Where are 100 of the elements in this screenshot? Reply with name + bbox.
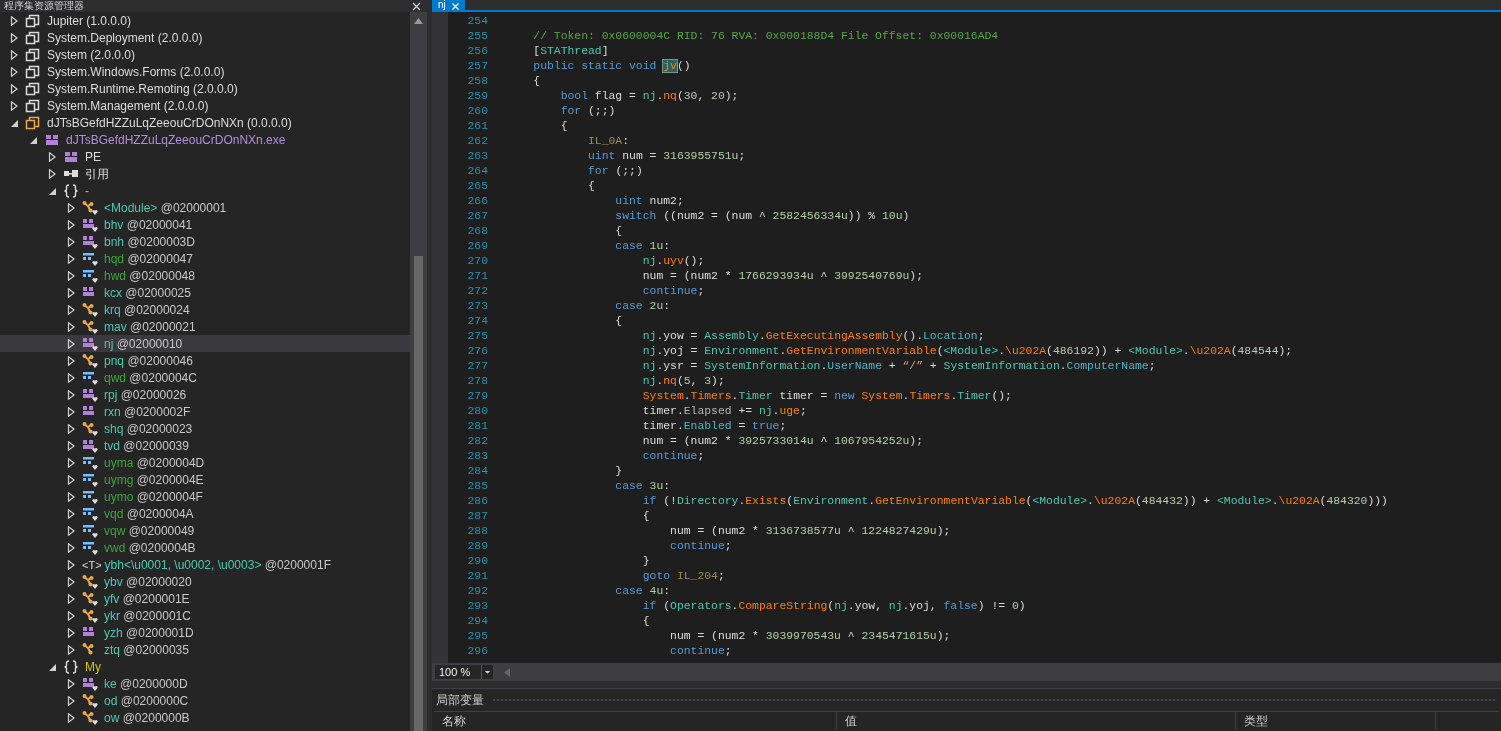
collapsed-arrow-icon[interactable] [67, 236, 76, 247]
line-number: 285 [466, 479, 488, 494]
tree-item[interactable]: <Module> @02000001 [0, 199, 410, 216]
collapsed-arrow-icon[interactable] [67, 202, 76, 213]
collapsed-arrow-icon[interactable] [10, 15, 19, 26]
tree-item[interactable]: My [0, 658, 410, 675]
tree-item[interactable]: System.Management (2.0.0.0) [0, 97, 410, 114]
panel-grip[interactable] [492, 698, 1497, 702]
collapsed-arrow-icon[interactable] [67, 287, 76, 298]
tree-item[interactable]: dJTsBGefdHZZuLqZeeouCrDOnNXn.exe [0, 131, 410, 148]
collapsed-arrow-icon[interactable] [67, 695, 76, 706]
tree-item[interactable]: ow @0200000B [0, 709, 410, 726]
editor-tab[interactable]: nj [432, 0, 465, 10]
code-line: continue; [641, 449, 705, 464]
tree-item[interactable]: <T> ybh<\u0001, \u0002, \u0003> @0200001F [0, 556, 410, 573]
collapsed-arrow-icon[interactable] [67, 406, 76, 417]
tree-item-label: System.Windows.Forms (2.0.0.0) [47, 64, 225, 79]
scroll-up-arrow-icon[interactable] [414, 18, 423, 24]
tree-item[interactable]: vqw @02000049 [0, 522, 410, 539]
code-line: { [614, 224, 623, 239]
collapsed-arrow-icon[interactable] [48, 168, 57, 179]
collapsed-arrow-icon[interactable] [67, 372, 76, 383]
tree-item[interactable]: System (2.0.0.0) [0, 46, 410, 63]
tree-item[interactable]: ybv @02000020 [0, 573, 410, 590]
collapsed-arrow-icon[interactable] [67, 304, 76, 315]
collapsed-arrow-icon[interactable] [67, 474, 76, 485]
collapsed-arrow-icon[interactable] [10, 100, 19, 111]
collapsed-arrow-icon[interactable] [67, 644, 76, 655]
collapsed-arrow-icon[interactable] [67, 678, 76, 689]
tree-item[interactable]: rxn @0200002F [0, 403, 410, 420]
tree-item[interactable]: od @0200000C [0, 692, 410, 709]
tree-item[interactable]: System.Runtime.Remoting (2.0.0.0) [0, 80, 410, 97]
tree-item[interactable]: rpj @02000026 [0, 386, 410, 403]
collapsed-arrow-icon[interactable] [67, 508, 76, 519]
tree-item[interactable]: - [0, 182, 410, 199]
scrollbar-thumb[interactable] [414, 256, 423, 731]
tree-item[interactable]: hqd @02000047 [0, 250, 410, 267]
tree-item[interactable]: qwd @0200004C [0, 369, 410, 386]
tree-item[interactable]: Jupiter (1.0.0.0) [0, 12, 410, 29]
tree-item[interactable]: vwd @0200004B [0, 539, 410, 556]
code-line: nj.yoj = Environment.GetEnvironmentVariable(<Module>.\u202A(486192)) + <Module>.\u202A(484544); [641, 344, 1293, 359]
code-line: num = (num2 * 1766293934u ^ 3992540769u); [641, 269, 923, 284]
collapsed-arrow-icon[interactable] [10, 83, 19, 94]
dropdown-caret-icon[interactable] [481, 665, 493, 679]
line-number: 258 [466, 74, 488, 89]
collapsed-arrow-icon[interactable] [67, 355, 76, 366]
collapsed-arrow-icon[interactable] [67, 423, 76, 434]
collapsed-arrow-icon[interactable] [67, 712, 76, 723]
collapsed-arrow-icon[interactable] [67, 338, 76, 349]
collapsed-arrow-icon[interactable] [67, 559, 76, 570]
tree-item[interactable]: bhv @02000041 [0, 216, 410, 233]
collapsed-arrow-icon[interactable] [67, 389, 76, 400]
collapsed-arrow-icon[interactable] [67, 457, 76, 468]
collapsed-arrow-icon[interactable] [67, 270, 76, 281]
collapsed-arrow-icon[interactable] [67, 610, 76, 621]
collapsed-arrow-icon[interactable] [10, 66, 19, 77]
tree-item[interactable]: hwd @02000048 [0, 267, 410, 284]
tree-item[interactable]: System.Windows.Forms (2.0.0.0) [0, 63, 410, 80]
collapsed-arrow-icon[interactable] [67, 593, 76, 604]
tree-item[interactable]: pnq @02000046 [0, 352, 410, 369]
tree-item[interactable]: nj @02000010 [0, 335, 410, 352]
tree-item[interactable]: kcx @02000025 [0, 284, 410, 301]
tree-item[interactable]: PE [0, 148, 410, 165]
collapsed-arrow-icon[interactable] [67, 576, 76, 587]
collapsed-arrow-icon[interactable] [67, 542, 76, 553]
tree-item[interactable]: vqd @0200004A [0, 505, 410, 522]
collapsed-arrow-icon[interactable] [67, 491, 76, 502]
tree-item[interactable]: dJTsBGefdHZZuLqZeeouCrDOnNXn (0.0.0.0) [0, 114, 410, 131]
line-number: 293 [466, 599, 488, 614]
line-number: 295 [466, 629, 488, 644]
tree-item[interactable]: uymo @0200004F [0, 488, 410, 505]
tree-item[interactable]: 引用 [0, 165, 410, 182]
tree-item[interactable]: yfv @0200001E [0, 590, 410, 607]
tree-item[interactable]: ykr @0200001C [0, 607, 410, 624]
collapsed-arrow-icon[interactable] [67, 525, 76, 536]
tree-item[interactable]: shq @02000023 [0, 420, 410, 437]
tree-item[interactable]: krq @02000024 [0, 301, 410, 318]
tree-item[interactable]: ke @0200000D [0, 675, 410, 692]
code-line: { [641, 614, 650, 629]
collapsed-arrow-icon[interactable] [67, 627, 76, 638]
collapsed-arrow-icon[interactable] [67, 219, 76, 230]
zoom-dropdown[interactable]: 100 % [434, 664, 494, 680]
collapsed-arrow-icon[interactable] [67, 440, 76, 451]
collapsed-arrow-icon[interactable] [10, 32, 19, 43]
tree-item[interactable]: uyma @0200004D [0, 454, 410, 471]
scrollbar[interactable] [410, 12, 427, 731]
tree-item[interactable]: tvd @02000039 [0, 437, 410, 454]
line-number: 288 [466, 524, 488, 539]
tree-item[interactable]: System.Deployment (2.0.0.0) [0, 29, 410, 46]
tree-item[interactable]: yzh @0200001D [0, 624, 410, 641]
tree-item[interactable]: uymg @0200004E [0, 471, 410, 488]
collapsed-arrow-icon[interactable] [10, 49, 19, 60]
collapsed-arrow-icon[interactable] [48, 151, 57, 162]
close-icon[interactable] [412, 1, 421, 11]
tree-item[interactable]: mav @02000021 [0, 318, 410, 335]
tree-item[interactable]: bnh @0200003D [0, 233, 410, 250]
code-line: num = (num2 * 3136738577u ^ 1224827429u); [669, 524, 951, 539]
collapsed-arrow-icon[interactable] [67, 321, 76, 332]
tree-item[interactable]: ztq @02000035 [0, 641, 410, 658]
collapsed-arrow-icon[interactable] [67, 253, 76, 264]
